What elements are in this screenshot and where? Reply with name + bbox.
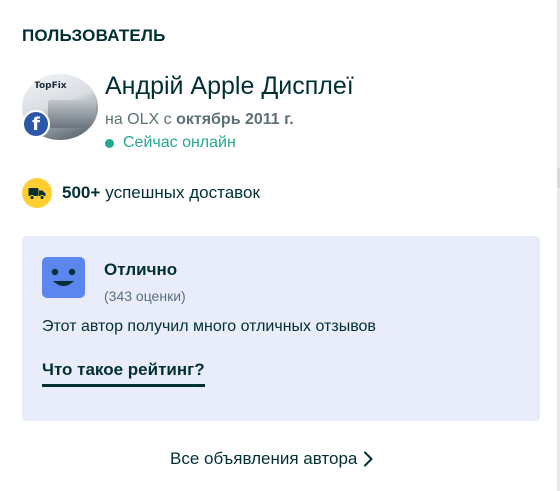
smiling-face-icon xyxy=(42,257,85,298)
rating-description: Этот автор получил много отличных отзыво… xyxy=(42,318,376,335)
chevron-right-icon xyxy=(363,451,373,467)
delivery-stats: 500+ успешных доставок xyxy=(22,178,260,208)
truck-icon xyxy=(22,178,52,208)
all-ads-label: Все объявления автора xyxy=(170,449,358,468)
section-title: ПОЛЬЗОВАТЕЛЬ xyxy=(22,26,166,45)
rating-card: Отлично (343 оценки) Этот автор получил … xyxy=(22,236,540,421)
all-ads-link[interactable]: Все объявления автора xyxy=(170,449,373,469)
online-dot-icon xyxy=(105,138,114,148)
rating-info-link[interactable]: Что такое рейтинг? xyxy=(42,360,205,387)
member-since-date: октябрь 2011 г. xyxy=(176,111,294,128)
member-since-prefix: на OLX с xyxy=(105,111,172,128)
seller-panel: ПОЛЬЗОВАТЕЛЬ TopFix f Андрій Apple Диспл… xyxy=(0,0,560,491)
delivery-label: успешных доставок xyxy=(105,183,260,202)
facebook-icon: f xyxy=(22,110,50,138)
member-since: на OLX с октябрь 2011 г. xyxy=(105,111,294,129)
rating-title: Отлично xyxy=(104,260,178,279)
online-status: Сейчас онлайн xyxy=(105,134,236,152)
delivery-count: 500+ xyxy=(62,183,101,202)
rating-count: (343 оценки) xyxy=(104,288,186,304)
avatar-device-image xyxy=(48,100,96,128)
user-name: Андрій Apple Дисплеї xyxy=(105,72,354,100)
online-status-label: Сейчас онлайн xyxy=(123,134,236,151)
avatar-logo: TopFix xyxy=(34,81,67,91)
